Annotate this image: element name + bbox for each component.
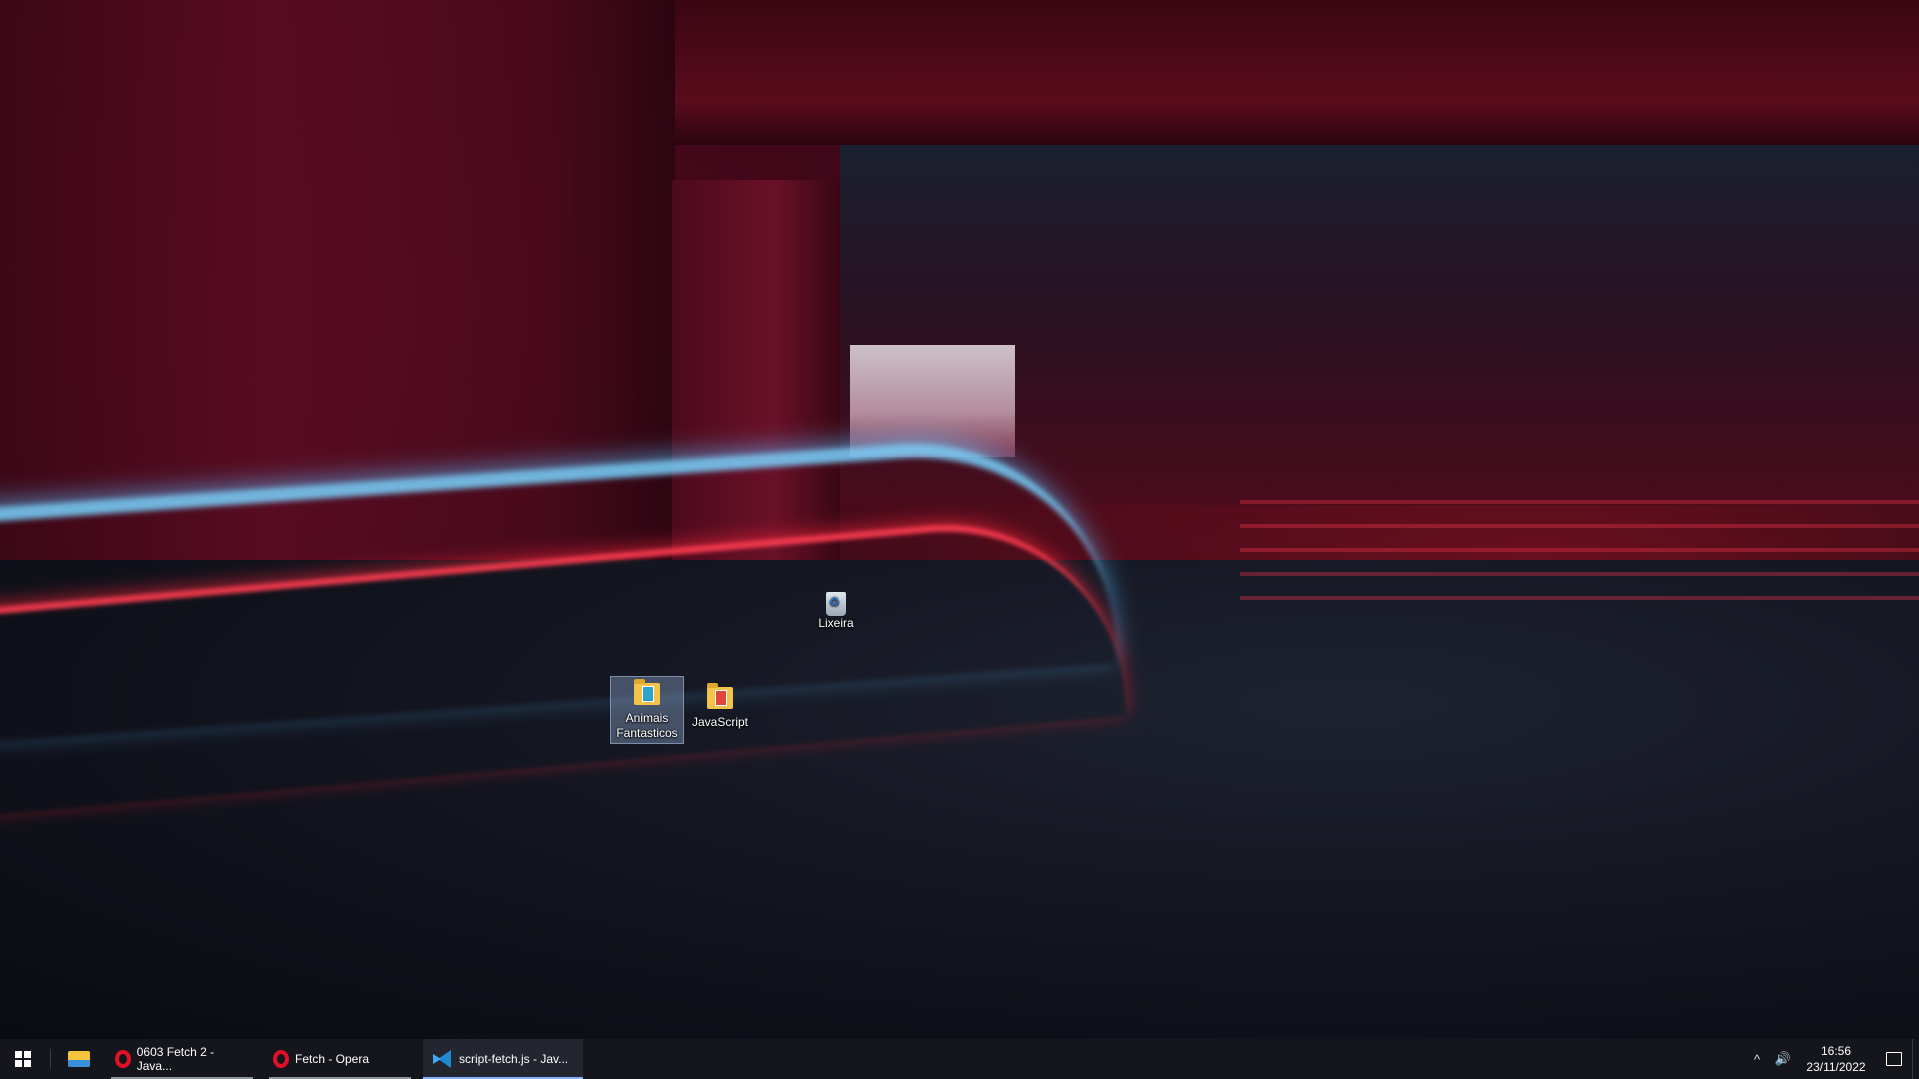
taskbar-file-explorer[interactable] bbox=[59, 1039, 99, 1079]
taskbar-app-vscode[interactable]: script-fetch.js - Jav... bbox=[423, 1039, 583, 1079]
desktop-icon-label: Animais Fantasticos bbox=[616, 711, 678, 740]
show-hidden-icons-button[interactable]: ^ bbox=[1744, 1039, 1770, 1079]
clock-date: 23/11/2022 bbox=[1806, 1060, 1866, 1074]
taskbar-app-label: Fetch - Opera bbox=[295, 1052, 370, 1066]
start-button[interactable] bbox=[0, 1039, 46, 1079]
action-center-icon bbox=[1886, 1052, 1902, 1066]
taskbar-divider bbox=[50, 1049, 51, 1069]
recycle-bin-icon bbox=[826, 592, 846, 616]
taskbar-app-label: 0603 Fetch 2 - Java... bbox=[136, 1045, 215, 1073]
desktop-icon-label: JavaScript bbox=[691, 715, 749, 729]
taskbar-app-label: script-fetch.js - Jav... bbox=[459, 1052, 569, 1066]
folder-icon bbox=[634, 679, 660, 705]
wallpaper-ceiling bbox=[675, 0, 1919, 145]
windows-logo-icon bbox=[15, 1051, 31, 1067]
desktop-wallpaper bbox=[0, 0, 1919, 1039]
wallpaper-shop bbox=[850, 345, 1015, 457]
vscode-icon bbox=[433, 1050, 451, 1068]
volume-button[interactable]: 🔊 bbox=[1770, 1039, 1796, 1079]
desktop-icon-animais-fantasticos[interactable]: Animais Fantasticos bbox=[610, 676, 684, 744]
taskbar-app-opera-2[interactable]: Fetch - Opera bbox=[263, 1039, 417, 1079]
folder-icon bbox=[707, 683, 733, 709]
file-explorer-icon bbox=[68, 1051, 90, 1067]
opera-icon bbox=[273, 1050, 289, 1068]
wallpaper-railing bbox=[1240, 500, 1919, 610]
clock-time: 16:56 bbox=[1820, 1044, 1852, 1058]
show-desktop-button[interactable] bbox=[1912, 1039, 1919, 1079]
system-tray: ^ 🔊 16:56 23/11/2022 bbox=[1744, 1039, 1919, 1079]
chevron-up-icon: ^ bbox=[1753, 1051, 1761, 1067]
opera-icon bbox=[115, 1050, 131, 1068]
desktop-icon-label: Lixeira bbox=[818, 616, 854, 630]
clock[interactable]: 16:56 23/11/2022 bbox=[1796, 1043, 1876, 1075]
speaker-icon: 🔊 bbox=[1774, 1051, 1792, 1066]
taskbar-app-opera-1[interactable]: 0603 Fetch 2 - Java... bbox=[105, 1039, 259, 1079]
action-center-button[interactable] bbox=[1876, 1039, 1912, 1079]
taskbar: 0603 Fetch 2 - Java... Fetch - Opera scr… bbox=[0, 1039, 1919, 1079]
desktop-icon-recycle-bin[interactable]: Lixeira bbox=[800, 588, 872, 631]
desktop-icon-javascript[interactable]: JavaScript bbox=[684, 681, 756, 730]
